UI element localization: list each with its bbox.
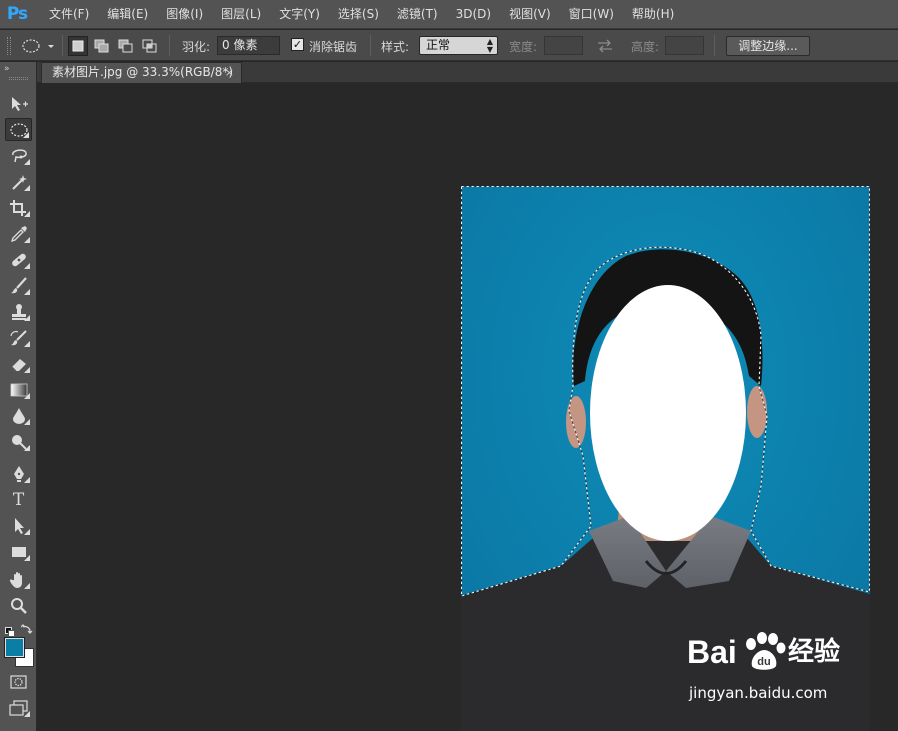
- add-to-selection-button[interactable]: [92, 36, 112, 56]
- svg-text:du: du: [757, 656, 770, 668]
- antialias-label: 消除锯齿: [309, 40, 358, 54]
- baidu-jingyan-watermark: Bai du 经验 jingyan.baidu.com: [687, 632, 867, 712]
- brush-tool-icon[interactable]: [5, 274, 32, 297]
- add-to-selection-icon: [94, 39, 109, 53]
- eyedropper-tool-icon[interactable]: [5, 222, 32, 245]
- ps-logo: Ps: [6, 4, 28, 24]
- toolbox-grip[interactable]: [9, 77, 28, 80]
- collapse-panel-icon[interactable]: »: [4, 64, 10, 74]
- document-tab[interactable]: 素材图片.jpg @ 33.3%(RGB/8*) ×: [41, 62, 242, 83]
- options-separator: [370, 35, 371, 56]
- clone-stamp-tool-icon[interactable]: [5, 300, 32, 323]
- subtract-from-selection-icon: [118, 39, 133, 53]
- watermark-brand-right: 经验: [788, 637, 841, 667]
- options-separator: [714, 35, 715, 56]
- style-select[interactable]: 正常 ▲ ▼: [419, 36, 498, 55]
- swap-colors-icon[interactable]: [20, 620, 33, 639]
- menu-image[interactable]: 图像(I): [160, 0, 209, 29]
- style-label: 样式:: [381, 40, 410, 54]
- new-selection-icon: [72, 40, 84, 52]
- lasso-tool-icon[interactable]: [5, 144, 32, 167]
- white-face-oval: [590, 285, 746, 541]
- refine-edge-button[interactable]: 调整边缘...: [726, 36, 810, 56]
- healing-brush-tool-icon[interactable]: [5, 248, 32, 271]
- menu-window[interactable]: 窗口(W): [563, 0, 620, 29]
- eraser-tool-icon[interactable]: [5, 352, 32, 375]
- document-tab-bar: 素材图片.jpg @ 33.3%(RGB/8*) ×: [0, 62, 898, 83]
- swap-width-height-button[interactable]: [596, 38, 614, 57]
- subtract-from-selection-button[interactable]: [116, 36, 136, 56]
- menu-layer[interactable]: 图层(L): [215, 0, 267, 29]
- baidu-paw-icon: du: [746, 632, 786, 670]
- menu-edit[interactable]: 编辑(E): [101, 0, 154, 29]
- type-tool-icon[interactable]: T: [5, 488, 32, 511]
- menu-type[interactable]: 文字(Y): [273, 0, 326, 29]
- screen-mode-icon[interactable]: [5, 696, 32, 719]
- magic-wand-tool-icon[interactable]: [5, 170, 32, 193]
- options-bar-grip[interactable]: [7, 37, 11, 55]
- crop-tool-icon[interactable]: [5, 196, 32, 219]
- width-input[interactable]: [544, 36, 583, 55]
- dodge-tool-icon[interactable]: [5, 430, 32, 453]
- menu-bar: Ps 文件(F) 编辑(E) 图像(I) 图层(L) 文字(Y) 选择(S) 滤…: [0, 0, 898, 29]
- antialias-checkbox[interactable]: ✓: [291, 38, 304, 51]
- options-separator: [169, 35, 170, 56]
- menu-3d[interactable]: 3D(D): [450, 0, 497, 29]
- options-separator: [62, 35, 63, 56]
- path-selection-tool-icon[interactable]: [5, 514, 32, 537]
- intersect-selection-icon: [142, 39, 157, 53]
- menu-view[interactable]: 视图(V): [503, 0, 557, 29]
- rectangle-tool-icon[interactable]: [5, 540, 32, 563]
- style-select-value: 正常: [426, 38, 451, 52]
- height-label: 高度:: [631, 40, 660, 54]
- height-input[interactable]: [665, 36, 704, 55]
- elliptical-marquee-tool-icon[interactable]: [5, 118, 32, 141]
- history-brush-tool-icon[interactable]: [5, 326, 32, 349]
- document-tab-title: 素材图片.jpg @ 33.3%(RGB/8*): [52, 65, 234, 79]
- left-ear: [566, 396, 586, 448]
- move-tool-icon[interactable]: [5, 92, 32, 115]
- width-label: 宽度:: [509, 40, 538, 54]
- gradient-tool-icon[interactable]: [5, 378, 32, 401]
- quick-mask-icon[interactable]: [5, 670, 32, 693]
- watermark-url: jingyan.baidu.com: [689, 684, 828, 702]
- menu-help[interactable]: 帮助(H): [626, 0, 680, 29]
- intersect-selection-button[interactable]: [140, 36, 160, 56]
- options-bar: 羽化: 0 像素 ✓ 消除锯齿 样式: 正常 ▲ ▼ 宽度: 高度: 调整边缘..…: [0, 30, 898, 61]
- menu-file[interactable]: 文件(F): [43, 0, 95, 29]
- new-selection-button[interactable]: [68, 36, 88, 56]
- close-tab-icon[interactable]: ×: [225, 63, 234, 82]
- hand-tool-icon[interactable]: [5, 568, 32, 591]
- feather-input[interactable]: 0 像素: [217, 36, 280, 55]
- blur-tool-icon[interactable]: [5, 404, 32, 427]
- select-arrows-icon: ▲ ▼: [486, 37, 493, 54]
- pen-tool-icon[interactable]: [5, 462, 32, 485]
- feather-label: 羽化:: [182, 40, 211, 54]
- swap-arrows-icon: [598, 39, 612, 53]
- photoshop-window: Ps 文件(F) 编辑(E) 图像(I) 图层(L) 文字(Y) 选择(S) 滤…: [0, 0, 898, 731]
- foreground-color-swatch[interactable]: [4, 637, 25, 658]
- right-ear: [747, 386, 767, 438]
- watermark-brand-left: Bai: [687, 634, 737, 670]
- menu-select[interactable]: 选择(S): [332, 0, 385, 29]
- tool-preset-picker[interactable]: [18, 36, 56, 56]
- elliptical-marquee-icon: [22, 39, 54, 53]
- menu-filter[interactable]: 滤镜(T): [391, 0, 444, 29]
- zoom-tool-icon[interactable]: [5, 594, 32, 617]
- tools-panel: » T: [0, 62, 37, 731]
